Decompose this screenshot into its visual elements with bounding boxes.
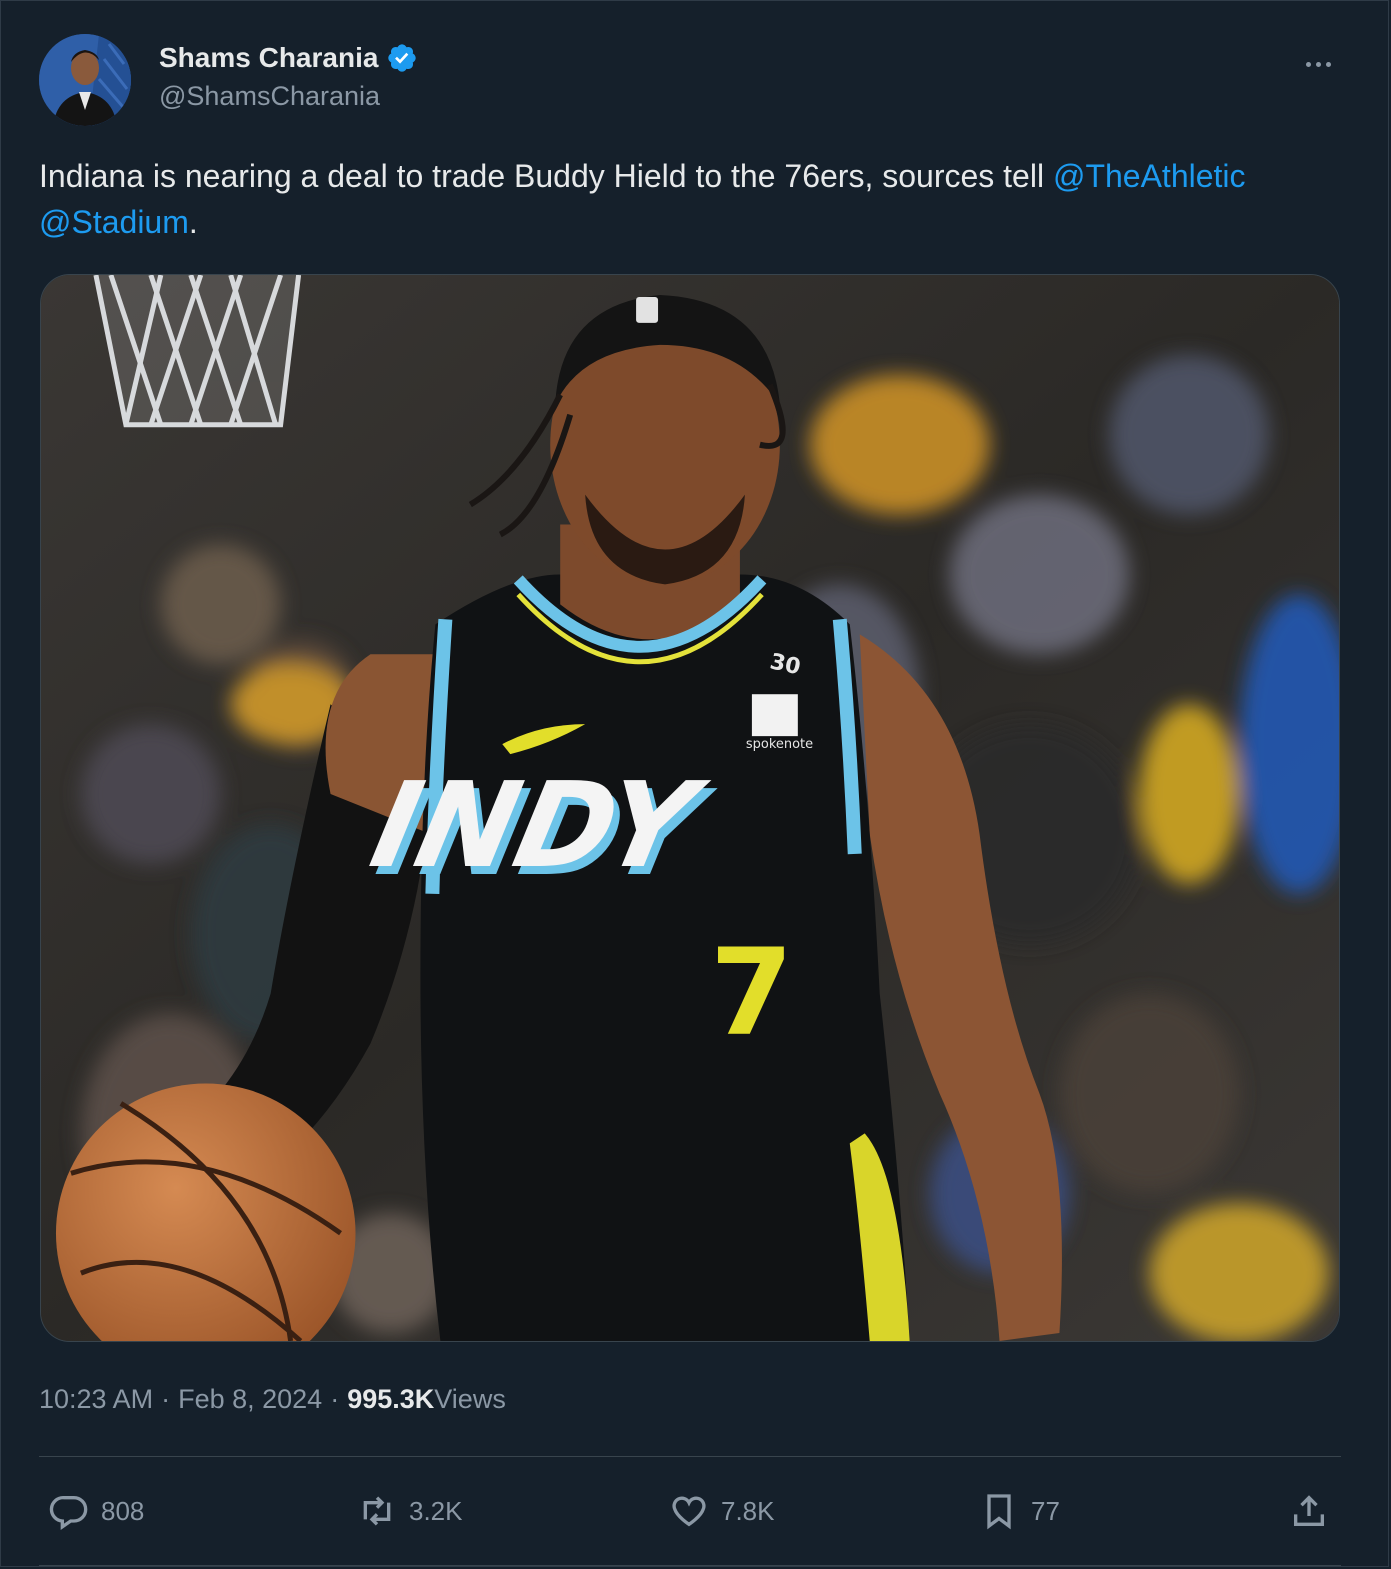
avatar[interactable]	[39, 34, 131, 126]
views-count: 995.3K	[347, 1384, 435, 1414]
repost-icon	[363, 1496, 391, 1526]
action-bar: 808 3.2K 7.8K 77	[39, 1463, 1341, 1559]
author-name-row: Shams Charania	[159, 41, 418, 75]
bookmark-button[interactable]: 77	[979, 1463, 1060, 1559]
mention-link[interactable]: @TheAthletic	[1053, 158, 1246, 194]
tweet-meta: 10:23 AM · Feb 8, 2024 · 995.3K Views	[39, 1379, 506, 1419]
tweet-date[interactable]: Feb 8, 2024	[178, 1379, 322, 1419]
tweet-photo[interactable]: INDY INDY 7 30 spokenote	[40, 274, 1340, 1342]
divider	[39, 1456, 1341, 1457]
more-options-button[interactable]	[1298, 49, 1338, 79]
tweet-text-end: .	[188, 204, 198, 240]
more-horizontal-icon	[1305, 61, 1311, 67]
reply-count: 808	[101, 1495, 145, 1526]
bookmark-count: 77	[1031, 1495, 1060, 1526]
reply-button[interactable]: 808	[49, 1463, 144, 1559]
qr-patch	[751, 694, 798, 737]
tweet-text-body: Indiana is nearing a deal to trade Buddy…	[39, 158, 1053, 194]
divider	[39, 1565, 1341, 1566]
basketball-net	[93, 275, 302, 428]
repost-button[interactable]: 3.2K	[357, 1463, 463, 1559]
meta-separator: ·	[330, 1384, 340, 1414]
reply-icon	[49, 1495, 88, 1531]
like-count: 7.8K	[721, 1495, 775, 1526]
repost-count: 3.2K	[409, 1495, 463, 1526]
verified-badge-icon	[388, 44, 417, 72]
views-label: Views	[434, 1384, 506, 1414]
meta-separator: ·	[161, 1384, 171, 1414]
avatar-image	[39, 34, 131, 126]
jersey-sponsor: spokenote	[746, 737, 813, 752]
jersey-wordmark: INDY	[361, 757, 717, 894]
display-name[interactable]: Shams Charania	[159, 41, 378, 75]
tweet-card: Shams Charania @ShamsCharania Indiana is…	[0, 0, 1389, 1567]
share-button[interactable]	[1289, 1463, 1329, 1559]
more-dot	[1315, 61, 1321, 67]
more-dot	[1325, 61, 1331, 67]
like-button[interactable]: 7.8K	[669, 1463, 775, 1559]
bookmark-icon	[987, 1494, 1011, 1530]
tweet-time[interactable]: 10:23 AM	[39, 1379, 153, 1419]
player-photo: INDY INDY 7 30 spokenote	[41, 275, 1339, 1341]
share-icon	[1294, 1495, 1324, 1526]
author-handle[interactable]: @ShamsCharania	[159, 79, 380, 113]
mention-link[interactable]: @Stadium	[39, 204, 189, 240]
tweet-text: Indiana is nearing a deal to trade Buddy…	[39, 153, 1339, 245]
heart-icon	[672, 1496, 706, 1527]
jersey-number: 7	[710, 924, 793, 1063]
